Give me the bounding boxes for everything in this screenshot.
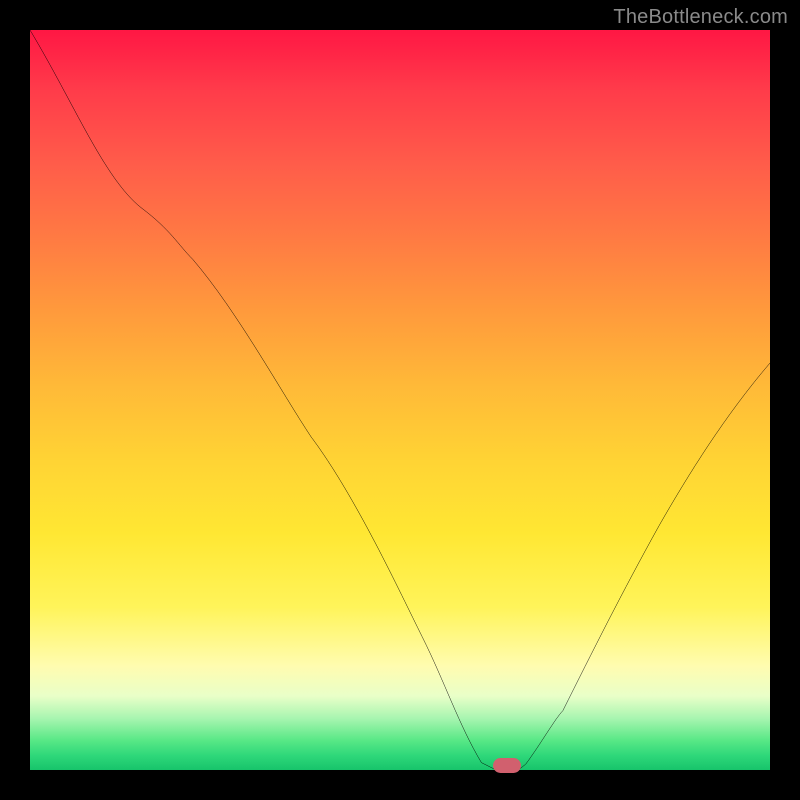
optimal-point-marker xyxy=(493,758,521,773)
bottleneck-curve xyxy=(30,30,770,770)
watermark-text: TheBottleneck.com xyxy=(613,6,788,29)
curve-path xyxy=(30,30,770,770)
chart-frame: TheBottleneck.com xyxy=(0,0,800,800)
plot-area xyxy=(30,30,770,770)
